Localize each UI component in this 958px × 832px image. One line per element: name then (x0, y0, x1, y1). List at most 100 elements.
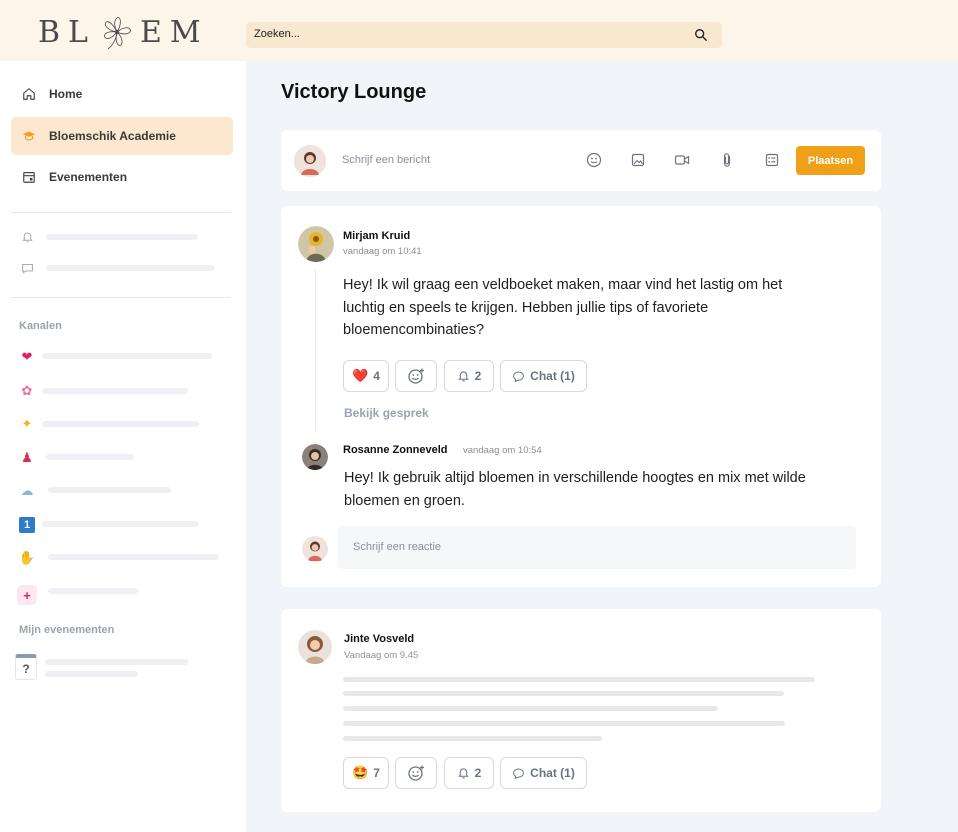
flower-icon[interactable]: ✿ (19, 383, 35, 399)
channels-label: Kanalen (19, 320, 62, 332)
page-title: Victory Lounge (281, 81, 427, 103)
chat-label: Chat (1) (530, 369, 575, 383)
placeholder-line (46, 454, 134, 460)
chat-icon (512, 370, 525, 383)
reply-placeholder: Schrijf een reactie (353, 541, 442, 553)
cloud-icon[interactable]: ☁ (19, 483, 35, 499)
chat-button[interactable]: Chat (1) (500, 360, 587, 392)
heart-reaction-icon: ❤️ (352, 368, 369, 383)
placeholder-line (45, 659, 188, 665)
my-events-label: Mijn evenementen (19, 624, 115, 636)
star-struck-reaction-icon: 🤩 (352, 765, 369, 780)
form-icon[interactable] (764, 152, 780, 168)
search-input[interactable]: Zoeken... (246, 22, 722, 48)
sidebar-item-home[interactable]: Home (11, 75, 233, 113)
avatar (302, 444, 328, 470)
add-channel-icon[interactable]: + (17, 585, 37, 605)
divider (11, 212, 231, 213)
placeholder-line (48, 588, 138, 594)
reply-input[interactable]: Schrijf een reactie (338, 526, 856, 569)
post-author[interactable]: Mirjam Kruid (343, 230, 410, 242)
image-icon[interactable] (630, 152, 646, 168)
post-composer: Schrijf een bericht Plaatsen (281, 130, 881, 191)
bell-icon[interactable] (19, 229, 35, 245)
flower-logo-icon (103, 17, 131, 50)
bell-icon (457, 766, 470, 780)
number-one-icon[interactable]: 1 (19, 517, 35, 533)
attachment-icon[interactable] (719, 152, 735, 168)
post-button[interactable]: Plaatsen (796, 146, 865, 175)
post-card: Mirjam Kruid vandaag om 10:41 Hey! Ik wi… (281, 206, 881, 587)
sidebar-item-label: Bloemschik Academie (49, 129, 176, 143)
video-icon[interactable] (674, 152, 690, 168)
post-timestamp: vandaag om 10:41 (343, 246, 422, 257)
chat-icon[interactable] (19, 260, 35, 276)
reply-body: Hey! Ik gebruik altijd bloemen in versch… (344, 470, 806, 509)
add-reaction-button[interactable] (395, 757, 437, 789)
placeholder-line (46, 265, 215, 271)
notify-count: 2 (474, 766, 482, 780)
placeholder-line (343, 736, 602, 741)
logo[interactable]: BL EM (38, 14, 209, 50)
reaction-count: 4 (373, 369, 380, 383)
placeholder-line (46, 234, 198, 240)
post-body: Hey! Ik wil graag een veldboeket maken, … (343, 277, 783, 338)
reaction-button[interactable]: ❤️ 4 (343, 360, 389, 392)
avatar (302, 536, 328, 562)
reply-author[interactable]: Rosanne Zonneveld (343, 444, 448, 456)
add-emoji-icon (408, 765, 424, 781)
avatar (298, 226, 334, 262)
top-header: BL EM Zoeken... (0, 0, 958, 61)
reply-timestamp: vandaag om 10:54 (463, 445, 542, 456)
calendar-icon (21, 169, 37, 185)
hand-icon[interactable]: ✋ (19, 550, 35, 566)
add-reaction-button[interactable] (395, 360, 437, 392)
reaction-count: 7 (373, 766, 380, 780)
notify-count: 2 (474, 369, 482, 383)
placeholder-line (343, 691, 784, 696)
sidebar: Home Bloemschik Academie Evenementen Kan… (0, 61, 246, 832)
heart-icon[interactable]: ❤ (19, 349, 35, 365)
placeholder-line (42, 353, 212, 359)
emoji-icon[interactable] (586, 152, 602, 168)
placeholder-line (42, 421, 199, 427)
chat-icon (512, 767, 525, 780)
chat-button[interactable]: Chat (1) (500, 757, 587, 789)
placeholder-line (48, 487, 171, 493)
post-card: Jinte Vosveld Vandaag om 9.45 🤩 7 2 Chat… (281, 609, 881, 812)
divider (11, 297, 231, 298)
logo-text-right: EM (139, 14, 209, 50)
placeholder-line (343, 706, 718, 711)
view-thread-link[interactable]: Bekijk gesprek (344, 406, 429, 420)
logo-text-left: BL (38, 14, 96, 50)
post-timestamp: Vandaag om 9.45 (344, 650, 419, 661)
graduation-cap-icon (21, 128, 37, 144)
main-content: Victory Lounge Schrijf een bericht Plaat… (246, 61, 958, 832)
search-icon[interactable] (694, 28, 708, 42)
sidebar-item-label: Evenementen (49, 170, 128, 184)
notify-button[interactable]: 2 (444, 360, 494, 392)
sidebar-item-label: Home (49, 87, 83, 101)
avatar (294, 145, 326, 177)
chat-label: Chat (1) (530, 766, 575, 780)
post-author[interactable]: Jinte Vosveld (344, 633, 414, 645)
placeholder-line (45, 671, 138, 677)
thread-line (315, 269, 316, 431)
placeholder-line (42, 388, 188, 394)
event-calendar-icon[interactable]: ? (15, 654, 37, 680)
search-placeholder: Zoeken... (254, 28, 300, 40)
reaction-button[interactable]: 🤩 7 (343, 757, 389, 789)
star-icon[interactable]: ✦ (19, 416, 35, 432)
placeholder-line (343, 721, 785, 726)
placeholder-line (42, 521, 199, 527)
bell-icon (457, 369, 470, 383)
sidebar-item-evenementen[interactable]: Evenementen (11, 158, 233, 196)
home-icon (21, 86, 37, 102)
placeholder-line (343, 677, 815, 682)
notify-button[interactable]: 2 (444, 757, 494, 789)
sidebar-item-bloemschik-academie[interactable]: Bloemschik Academie (11, 117, 233, 155)
composer-input[interactable]: Schrijf een bericht (342, 154, 430, 166)
placeholder-line (48, 554, 219, 560)
avatar (298, 630, 332, 664)
dancer-icon[interactable]: ♟ (19, 450, 35, 466)
